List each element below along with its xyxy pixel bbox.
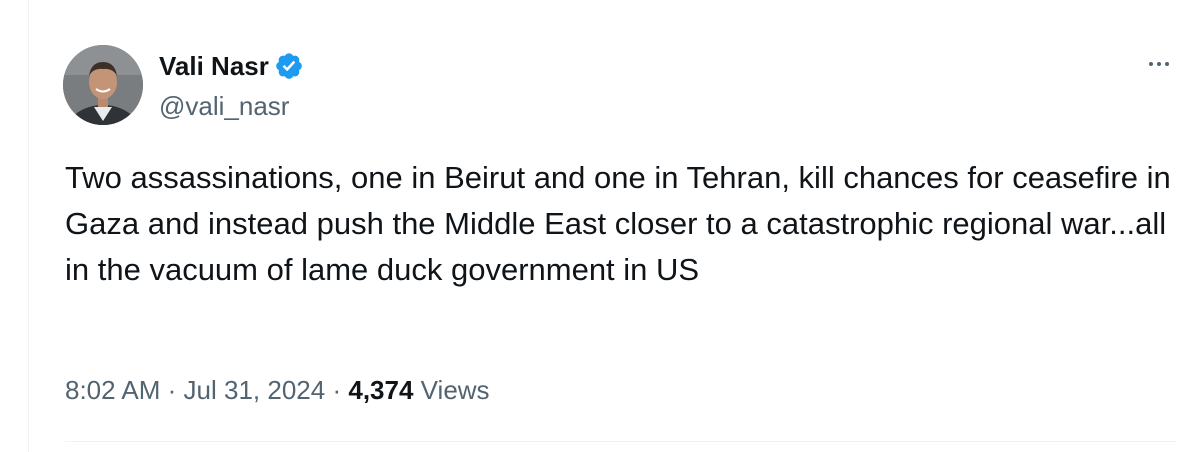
more-options-icon[interactable]	[1141, 50, 1177, 78]
author-handle[interactable]: @vali_nasr	[159, 90, 289, 122]
tweet-metadata: 8:02 AM · Jul 31, 2024 · 4,374 Views	[65, 372, 490, 408]
views-label[interactable]: Views	[421, 375, 490, 405]
views-count[interactable]: 4,374	[348, 375, 413, 405]
avatar-image	[63, 45, 143, 125]
tweet-date[interactable]: Jul 31, 2024	[184, 375, 326, 405]
meta-separator: ·	[167, 375, 177, 405]
divider	[65, 441, 1177, 442]
avatar[interactable]	[63, 45, 143, 125]
verified-badge-icon[interactable]	[274, 51, 304, 81]
tweet-time[interactable]: 8:02 AM	[65, 375, 160, 405]
meta-separator: ·	[332, 375, 342, 405]
author-name-row[interactable]: Vali Nasr	[159, 50, 304, 82]
tweet-text: Two assassinations, one in Beirut and on…	[65, 160, 1171, 287]
author-display-name[interactable]: Vali Nasr	[159, 50, 269, 82]
tweet-card: Vali Nasr @vali_nasr Two assassinations,…	[28, 0, 1200, 452]
